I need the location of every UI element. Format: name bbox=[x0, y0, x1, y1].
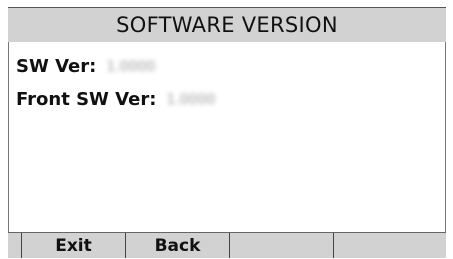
back-softkey[interactable]: Back bbox=[126, 233, 230, 258]
softkey-4[interactable] bbox=[334, 233, 446, 258]
lcd-screen: SOFTWARE VERSION SW Ver: 1.0000 Front SW … bbox=[0, 0, 453, 258]
screen-title: SOFTWARE VERSION bbox=[8, 7, 446, 42]
sw-version-value: 1.0000 bbox=[106, 59, 156, 75]
sw-version-label: SW Ver: bbox=[16, 56, 97, 77]
front-sw-version-value: 1.0000 bbox=[166, 92, 216, 108]
sw-version-row: SW Ver: 1.0000 bbox=[16, 54, 155, 80]
front-sw-version-label: Front SW Ver: bbox=[16, 89, 157, 110]
softkey-3[interactable] bbox=[230, 233, 334, 258]
exit-softkey[interactable]: Exit bbox=[22, 233, 126, 258]
front-sw-version-row: Front SW Ver: 1.0000 bbox=[16, 87, 215, 113]
version-info-panel: SW Ver: 1.0000 Front SW Ver: 1.0000 bbox=[8, 42, 446, 232]
softkey-bar: Exit Back bbox=[8, 232, 446, 258]
softkey-bar-edge bbox=[8, 233, 22, 258]
